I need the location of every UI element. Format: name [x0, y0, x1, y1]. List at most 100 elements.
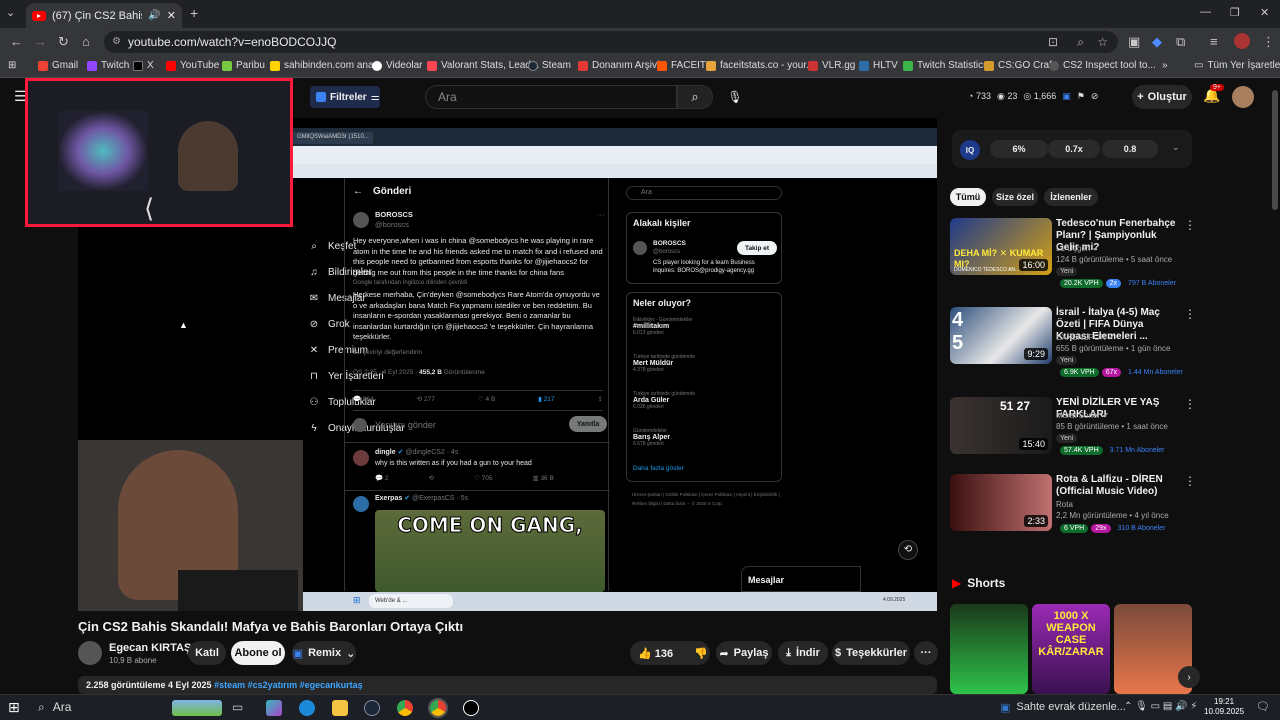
forward-icon[interactable]: → — [34, 34, 47, 49]
app-icon[interactable] — [463, 700, 479, 716]
install-icon[interactable]: ⊡ — [1048, 31, 1058, 53]
bookmark-vlr[interactable]: VLR.gg — [808, 60, 855, 71]
address-bar[interactable]: ⚙ youtube.com/watch?v=enoBODCOJJQ ⊡ ⌕ ☆ — [104, 31, 1118, 53]
reading-list-icon[interactable]: ≡ — [1210, 34, 1218, 49]
edge-icon[interactable] — [299, 700, 315, 716]
taskbar-clock[interactable]: 19:21 10.09.2025 — [1204, 697, 1244, 717]
restore-icon[interactable]: ❐ — [1230, 6, 1240, 19]
bookmark-youtube[interactable]: YouTube — [166, 60, 219, 71]
copilot-icon[interactable] — [266, 700, 282, 716]
zoom-icon[interactable]: ⌕ — [1077, 31, 1084, 53]
back-icon[interactable]: ← — [10, 34, 23, 49]
account-avatar[interactable] — [1232, 86, 1254, 108]
browser-menu-icon[interactable]: ⋮ — [1262, 34, 1275, 50]
page-scrollbar[interactable] — [1272, 90, 1278, 210]
author-name[interactable]: BOROSCS — [375, 210, 413, 221]
share-button[interactable]: ➦ Paylaş — [716, 641, 772, 665]
bookmark-csgo-craft[interactable]: CS:GO Craft — [984, 60, 1055, 71]
tab-close-icon[interactable]: ✕ — [167, 9, 176, 22]
bookmark-faceitstats[interactable]: faceitstats.co - your... — [706, 60, 814, 71]
reply-input[interactable]: Yanıtını gönder — [375, 420, 436, 431]
rec-menu-icon[interactable]: ⋮ — [1184, 218, 1196, 232]
trend-item[interactable]: Gündemdekiler Barış Alper 6.678 gönderi — [633, 428, 773, 447]
description-box[interactable]: 2.258 görüntüleme 4 Eyl 2025 #steam #cs2… — [78, 676, 937, 694]
bookmark-hltv[interactable]: HLTV — [859, 60, 898, 71]
reply2-avatar[interactable] — [353, 496, 369, 512]
extension-shield-icon[interactable]: ◆ — [1152, 34, 1162, 50]
extensions-puzzle-icon[interactable]: ⧉ — [1176, 34, 1185, 50]
tab-audio-icon[interactable]: 🔊 — [148, 10, 160, 21]
channel-name[interactable]: Egecan KIRTAŞ — [109, 642, 191, 654]
bookmarks-overflow-icon[interactable]: » — [1162, 60, 1168, 71]
share-icon[interactable]: ⇪ — [598, 395, 603, 406]
file-explorer-icon[interactable] — [332, 700, 348, 716]
more-icon[interactable]: ··· — [597, 210, 605, 221]
recommended-video[interactable]: DEHA Mİ? ✕ KUMAR MI? DOMENICO TEDESCO AN… — [950, 218, 1200, 288]
taskbar-search[interactable]: ⌕ Ara — [38, 700, 71, 715]
chrome-icon[interactable] — [397, 700, 413, 716]
all-bookmarks-folder[interactable]: ▭ Tüm Yer İşaretleri — [1194, 60, 1280, 71]
bookmark-twitch[interactable]: Twitch — [87, 60, 129, 71]
bookmark-donanim[interactable]: Donanım Arşivi — [578, 60, 659, 71]
bookmark-star-icon[interactable]: ☆ — [1097, 31, 1108, 53]
notification-center-icon[interactable]: 🗨 — [1256, 700, 1270, 713]
subscribe-button[interactable]: Abone ol — [231, 641, 285, 665]
twitter-search-input[interactable]: Ara — [626, 186, 782, 200]
like-button[interactable]: 👍 136 — [638, 647, 673, 660]
reply-button[interactable]: Yanıtla — [569, 416, 607, 432]
trend-item[interactable]: Türkiye tarihinde gündemde Mert Müldür 4.3… — [633, 354, 773, 373]
grok-float-icon[interactable]: ⟲ — [898, 540, 918, 560]
chip-for-you[interactable]: Size özel — [992, 188, 1038, 206]
bookmark-sahibinden[interactable]: sahibinden.com ana... — [270, 60, 382, 71]
bookmark-gmail[interactable]: Gmail — [38, 60, 78, 71]
recommended-video[interactable]: 2:33 Rota & Lalfizu - DİREN (Official Mu… — [950, 474, 1200, 536]
tray-icons[interactable]: ⌃ 🎙 ▭ ▤ 🔊 ⚡ — [1124, 701, 1197, 712]
rec-menu-icon[interactable]: ⋮ — [1184, 307, 1196, 321]
bookmark-twitch-stats[interactable]: Twitch Statistics — [903, 60, 988, 71]
profile-avatar[interactable] — [1234, 33, 1250, 49]
chip-watched[interactable]: İzlenenler — [1044, 188, 1098, 206]
bookmark-count[interactable]: ▮ 217 — [538, 395, 554, 406]
trend-item[interactable]: Etkinlikler · Gündemdekiler #millitakım 6.… — [633, 317, 773, 336]
task-view-icon[interactable]: ▭ — [232, 700, 248, 716]
bookmark-x[interactable]: X — [133, 60, 154, 71]
search-button[interactable]: ⌕ — [677, 85, 713, 109]
reply-count[interactable]: 💬 864 — [353, 395, 374, 406]
steam-icon[interactable] — [364, 700, 380, 716]
new-tab-icon[interactable]: + — [190, 5, 198, 21]
bookmark-cs2-inspect[interactable]: CS2 Inspect tool to... — [1049, 60, 1156, 71]
windows-start-icon[interactable]: ⊞ — [8, 699, 20, 716]
join-button[interactable]: Katıl — [188, 641, 226, 665]
widget-weather-icon[interactable] — [172, 700, 222, 716]
dislike-button[interactable]: 👎 — [694, 647, 708, 660]
reply1-author[interactable]: dingle — [375, 449, 396, 456]
show-more-link[interactable]: Daha fazla göster — [633, 465, 684, 472]
short-item[interactable]: 1000 X WEAPON CASE KÂR/ZARAR — [1032, 604, 1110, 694]
site-info-icon[interactable]: ⚙ — [112, 31, 121, 53]
minimize-icon[interactable]: — — [1200, 6, 1211, 18]
home-icon[interactable]: ⌂ — [82, 34, 90, 49]
repost-count[interactable]: ⟲ 277 — [417, 395, 435, 406]
download-button[interactable]: ⤓ İndir — [778, 641, 828, 665]
chevron-down-icon[interactable]: ⌄ — [1172, 142, 1180, 153]
rec-menu-icon[interactable]: ⋮ — [1184, 397, 1196, 411]
apps-grid-icon[interactable]: ⊞ — [8, 60, 16, 71]
rate-translation[interactable]: Bu çeviriyi değerlendirin — [353, 348, 422, 359]
bookmark-videolar[interactable]: Videolar — [372, 60, 423, 71]
dm-drawer[interactable]: Mesajlar — [741, 566, 861, 592]
more-actions-button[interactable]: ··· — [914, 641, 938, 665]
tab-search-icon[interactable]: ⌄ — [6, 6, 15, 19]
recommended-video[interactable]: 45 9:29 İsrail - İtalya (4-5) Maç Özeti … — [950, 307, 1200, 377]
create-button[interactable]: + Oluştur — [1132, 85, 1192, 109]
chip-all[interactable]: Tümü — [950, 188, 986, 206]
author-avatar[interactable] — [353, 212, 369, 228]
remix-button[interactable]: ▣ Remix ⌄ — [292, 641, 356, 665]
reply1-avatar[interactable] — [353, 450, 369, 466]
chrome-active-icon[interactable] — [428, 698, 448, 718]
meme-image[interactable]: COME ON GANG, — [375, 510, 605, 592]
trend-item[interactable]: Türkiye tarihinde gündemde Arda Güler 6.02… — [633, 391, 773, 410]
bookmark-steam[interactable]: Steam — [528, 60, 571, 71]
follow-button[interactable]: Takip et — [737, 241, 777, 255]
browser-tab[interactable]: (67) Çin CS2 Bahis Skandalı! 🔊 ✕ — [26, 3, 182, 28]
bookmark-valorant[interactable]: Valorant Stats, Lead... — [427, 60, 539, 71]
